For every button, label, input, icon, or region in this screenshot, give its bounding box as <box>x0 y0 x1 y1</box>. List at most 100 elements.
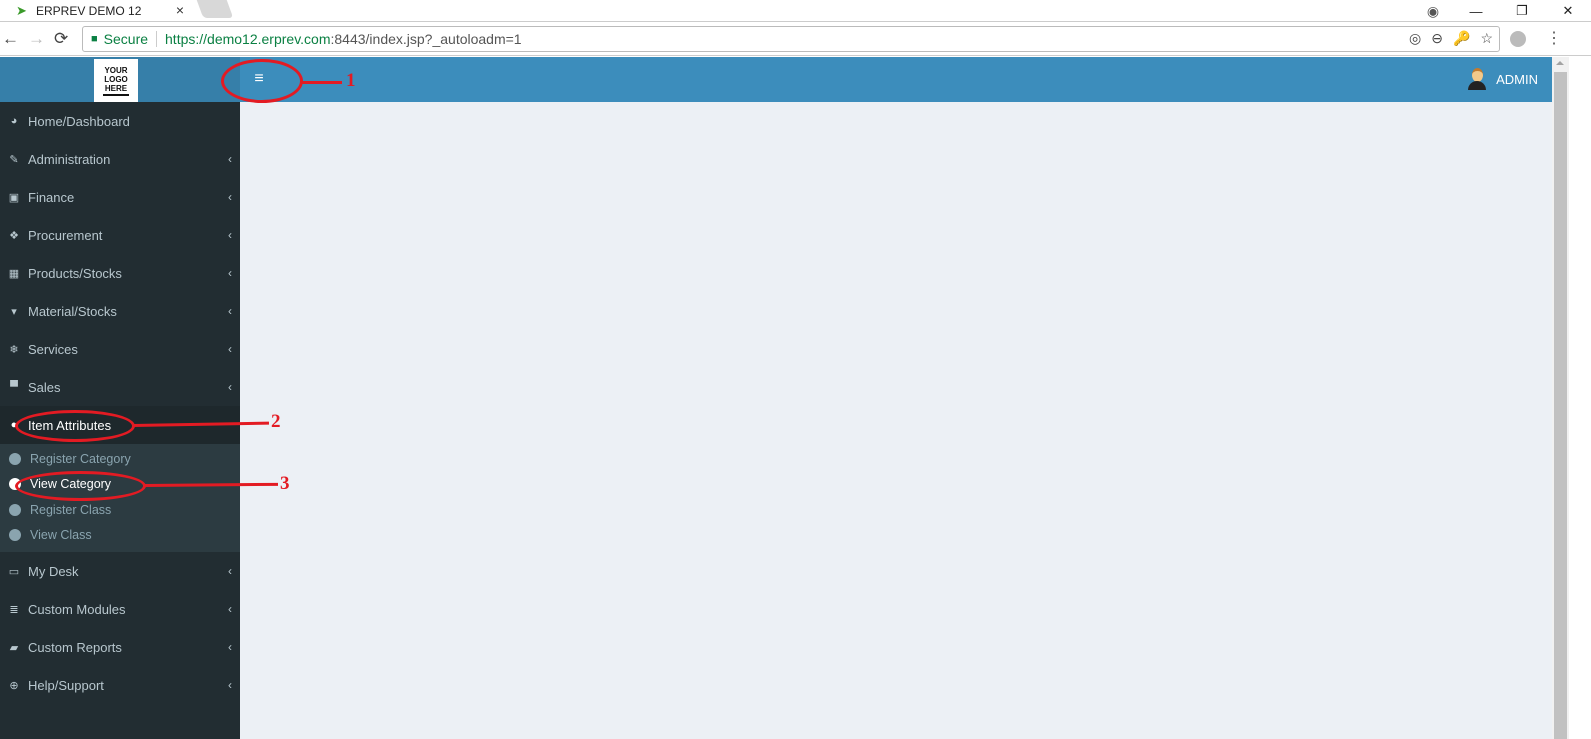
sidebar-item-products-stocks[interactable]: ▦ Products/Stocks ‹ <box>0 254 240 292</box>
logo-line: YOUR <box>104 65 128 75</box>
scroll-thumb[interactable] <box>1554 72 1567 739</box>
submenu: Register Category View Category Register C… <box>0 444 240 552</box>
window-edge <box>1569 57 1591 739</box>
desktop-icon: ▭ <box>8 565 20 578</box>
browser-toolbar: ← → ⟳ ■ Secure https://demo12.erprev.com… <box>0 22 1591 56</box>
sidebar-item-procurement[interactable]: ❖ Procurement ‹ <box>0 216 240 254</box>
logo[interactable]: YOUR LOGO HERE <box>94 59 138 102</box>
sidebar-item-sales[interactable]: ▀ Sales ‹ <box>0 368 240 406</box>
sidebar-item-label: Procurement <box>28 227 103 243</box>
close-window-button[interactable]: ✕ <box>1545 3 1591 19</box>
sidebar-toggle-menu-icon[interactable]: ≡ <box>250 69 268 89</box>
avatar <box>1468 68 1487 90</box>
chevron-left-icon: ‹ <box>228 266 232 280</box>
cubes-icon: ❖ <box>9 229 19 242</box>
chevron-left-icon: ‹ <box>228 564 232 578</box>
logo-area: YOUR LOGO HERE <box>0 57 240 102</box>
chevron-left-icon: ‹ <box>228 602 232 616</box>
user-menu[interactable]: ADMIN <box>1468 68 1538 90</box>
submenu-item-register-class[interactable]: Register Class <box>0 497 240 523</box>
sidebar-item-services[interactable]: ❄ Services ‹ <box>0 330 240 368</box>
circle-icon <box>9 478 21 491</box>
chevron-left-icon: ‹ <box>228 342 232 356</box>
sidebar-item-custom-modules[interactable]: ≣ Custom Modules ‹ <box>0 590 240 628</box>
submenu-item-label: Register Class <box>30 502 112 517</box>
sidebar-item-label: Finance <box>28 189 75 205</box>
sidebar-item-label: Help/Support <box>28 677 104 693</box>
back-button[interactable]: ← <box>2 29 19 49</box>
page-scrollbar[interactable] <box>1552 57 1569 739</box>
sidebar-item-administration[interactable]: ✎ Administration ‹ <box>0 140 240 178</box>
logo-line: HERE <box>104 83 128 93</box>
sidebar-item-label: My Desk <box>28 563 79 579</box>
chevron-left-icon: ‹ <box>228 152 232 166</box>
sidebar-menu: ◕ Home/Dashboard ✎ Administration ‹ ▣ Finance ‹… <box>0 102 240 704</box>
scroll-up-arrow-icon[interactable] <box>1556 61 1564 65</box>
secure-label: Secure <box>103 31 149 47</box>
submenu-item-label: View Class <box>30 528 92 543</box>
reload-button[interactable]: ⟳ <box>54 29 68 49</box>
account-icon[interactable]: ◉ <box>1413 3 1453 20</box>
sidebar-item-label: Products/Stocks <box>28 265 122 281</box>
sidebar-item-label: Sales <box>28 379 61 395</box>
ticket-icon: ✎ <box>9 153 19 166</box>
zoom-out-icon[interactable]: ⊖ <box>1431 30 1443 47</box>
sidebar-item-finance[interactable]: ▣ Finance ‹ <box>0 178 240 216</box>
avatar-body <box>1468 81 1487 90</box>
building-icon: ▦ <box>8 267 20 280</box>
key-icon[interactable]: 🔑 <box>1453 30 1470 47</box>
book-icon: ▰ <box>9 641 19 654</box>
address-bar[interactable]: ■ Secure https://demo12.erprev.com :8443… <box>82 26 1500 52</box>
avatar-head <box>1472 68 1484 82</box>
money-icon: ▣ <box>8 191 20 204</box>
omnibox-icons: ◎ ⊖ 🔑 ☆ <box>1409 30 1493 47</box>
restore-button[interactable]: ❐ <box>1499 3 1545 19</box>
sidebar-item-label: Administration <box>28 151 111 167</box>
sidebar-item-material-stocks[interactable]: ▾ Material/Stocks ‹ <box>0 292 240 330</box>
sidebar-item-my-desk[interactable]: ▭ My Desk ‹ <box>0 552 240 590</box>
tab-close-icon[interactable]: × <box>176 2 184 18</box>
browser-menu-icon[interactable]: ⋮ <box>1546 28 1562 48</box>
divider <box>156 31 158 47</box>
sidebar-item-label: Custom Reports <box>28 639 122 655</box>
submenu-item-label: Register Category <box>30 451 131 466</box>
circle-icon <box>9 452 21 465</box>
sidebar-item-help-support[interactable]: ⊕ Help/Support ‹ <box>0 666 240 704</box>
trash-icon: ▾ <box>11 305 17 318</box>
snowflake-icon: ❄ <box>9 343 19 356</box>
chevron-left-icon: ‹ <box>228 304 232 318</box>
new-tab-button[interactable] <box>196 0 234 18</box>
bookmark-star-icon[interactable]: ☆ <box>1480 30 1493 47</box>
submenu-item-register-category[interactable]: Register Category <box>0 446 240 472</box>
circle-icon <box>9 529 21 542</box>
minimize-button[interactable]: — <box>1453 4 1499 19</box>
submenu-item-view-category[interactable]: View Category <box>0 472 240 498</box>
sidebar-item-label: Material/Stocks <box>28 303 117 319</box>
sidebar-item-custom-reports[interactable]: ▰ Custom Reports ‹ <box>0 628 240 666</box>
sidebar-item-home-dashboard[interactable]: ◕ Home/Dashboard <box>0 102 240 140</box>
chevron-left-icon: ‹ <box>228 640 232 654</box>
main-content <box>240 102 1552 739</box>
app: YOUR LOGO HERE ≡ ADMIN ◕ Home/Dashboard ✎ A… <box>0 57 1552 739</box>
forward-button[interactable]: → <box>28 29 45 49</box>
sidebar-item-item-attributes[interactable]: ● Item Attributes <box>0 406 240 444</box>
circle-icon <box>9 503 21 516</box>
chevron-left-icon: ‹ <box>228 678 232 692</box>
chevron-left-icon: ‹ <box>228 228 232 242</box>
location-icon[interactable]: ◎ <box>1409 30 1421 47</box>
sidebar-item-label: Custom Modules <box>28 601 126 617</box>
extension-icon[interactable] <box>1510 31 1526 47</box>
chevron-left-icon: ‹ <box>228 380 232 394</box>
url-path: :8443/index.jsp?_autoloadm=1 <box>330 31 522 47</box>
sidebar: ◕ Home/Dashboard ✎ Administration ‹ ▣ Finance ‹… <box>0 102 240 739</box>
chevron-left-icon: ‹ <box>228 190 232 204</box>
user-name: ADMIN <box>1496 71 1538 87</box>
favicon-icon: ➤ <box>16 3 27 18</box>
tab-title: ERPREV DEMO 12 <box>36 4 142 18</box>
window-controls: ◉ — ❐ ✕ <box>1413 0 1591 22</box>
submenu-item-view-class[interactable]: View Class <box>0 523 240 549</box>
logo-line: LOGO <box>104 74 128 84</box>
browser-tab[interactable]: ➤ ERPREV DEMO 12 × <box>4 0 194 22</box>
database-icon: ≣ <box>9 603 19 616</box>
life-ring-icon: ⊕ <box>9 679 19 692</box>
